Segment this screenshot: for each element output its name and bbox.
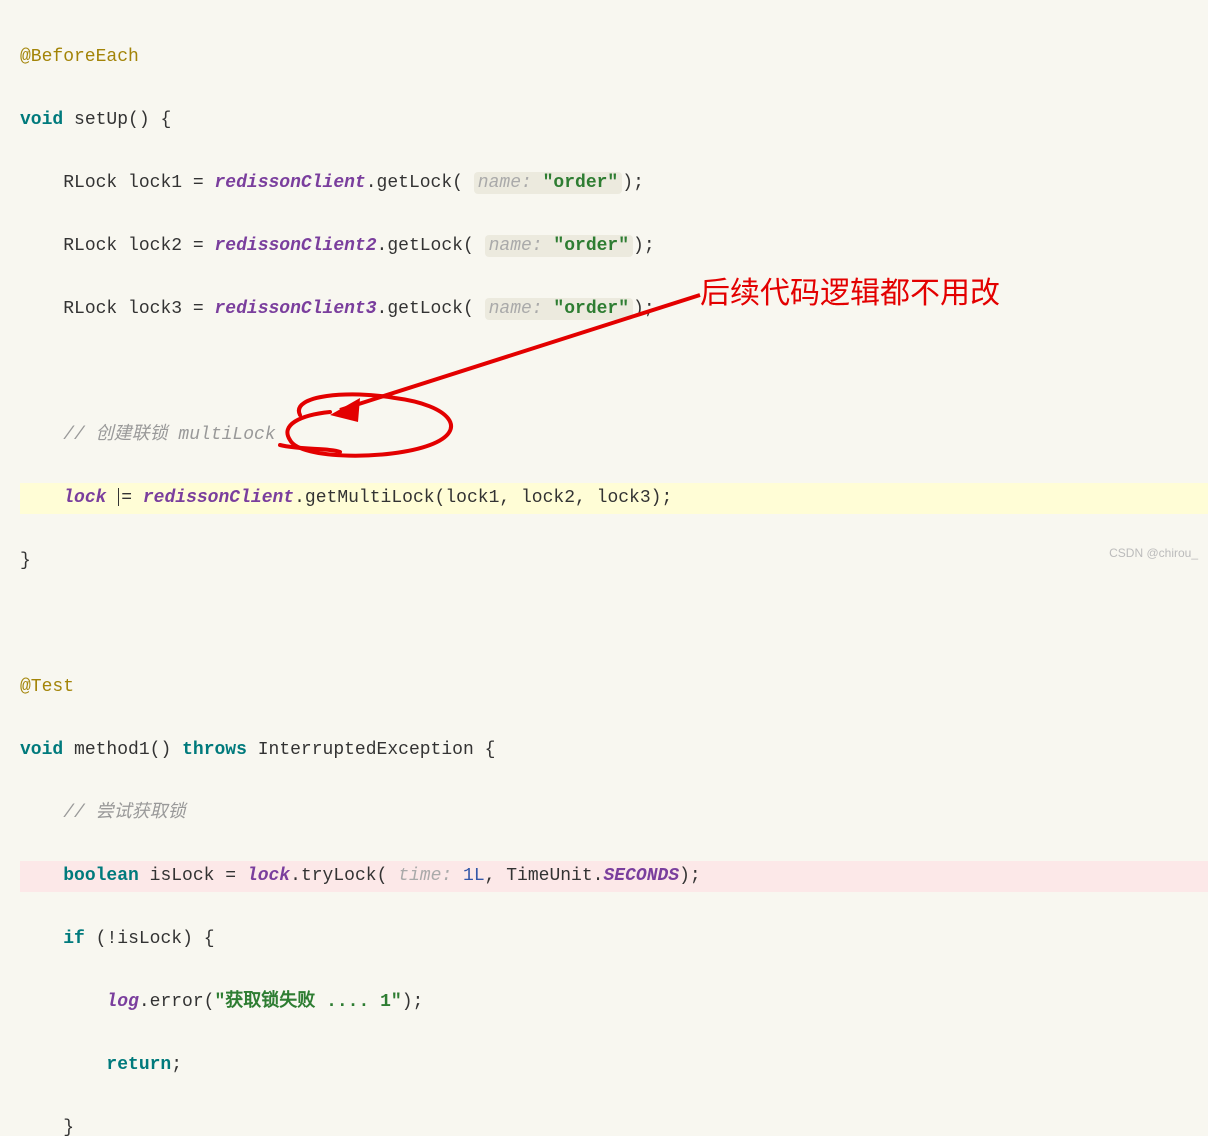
line-blank2: [20, 609, 1208, 641]
line-trylock: boolean isLock = lock.tryLock( time: 1L,…: [20, 861, 1208, 893]
line-comment-trylock: // 尝试获取锁: [20, 798, 1208, 830]
line-blank1: [20, 357, 1208, 389]
line-setup-decl: void setUp() {: [20, 105, 1208, 137]
text-cursor: [118, 488, 120, 506]
line-close-setup: }: [20, 546, 1208, 578]
watermark: CSDN @chirou_: [1109, 543, 1198, 564]
line-comment-multilock: // 创建联锁 multiLock: [20, 420, 1208, 452]
line-if-close: }: [20, 1113, 1208, 1136]
line-lock1: RLock lock1 = redissonClient.getLock( na…: [20, 168, 1208, 200]
line-return: return;: [20, 1050, 1208, 1082]
code-block: @BeforeEach void setUp() { RLock lock1 =…: [0, 0, 1208, 1136]
line-ann-test: @Test: [20, 672, 1208, 704]
annotation-callout: 后续代码逻辑都不用改: [700, 268, 1000, 321]
line-ann-before: @BeforeEach: [20, 42, 1208, 74]
line-if: if (!isLock) {: [20, 924, 1208, 956]
line-log-error: log.error("获取锁失败 .... 1");: [20, 987, 1208, 1019]
line-method1-decl: void method1() throws InterruptedExcepti…: [20, 735, 1208, 767]
line-lock3: RLock lock3 = redissonClient3.getLock( n…: [20, 294, 1208, 326]
line-multilock-assign: lock = redissonClient.getMultiLock(lock1…: [20, 483, 1208, 515]
line-lock2: RLock lock2 = redissonClient2.getLock( n…: [20, 231, 1208, 263]
